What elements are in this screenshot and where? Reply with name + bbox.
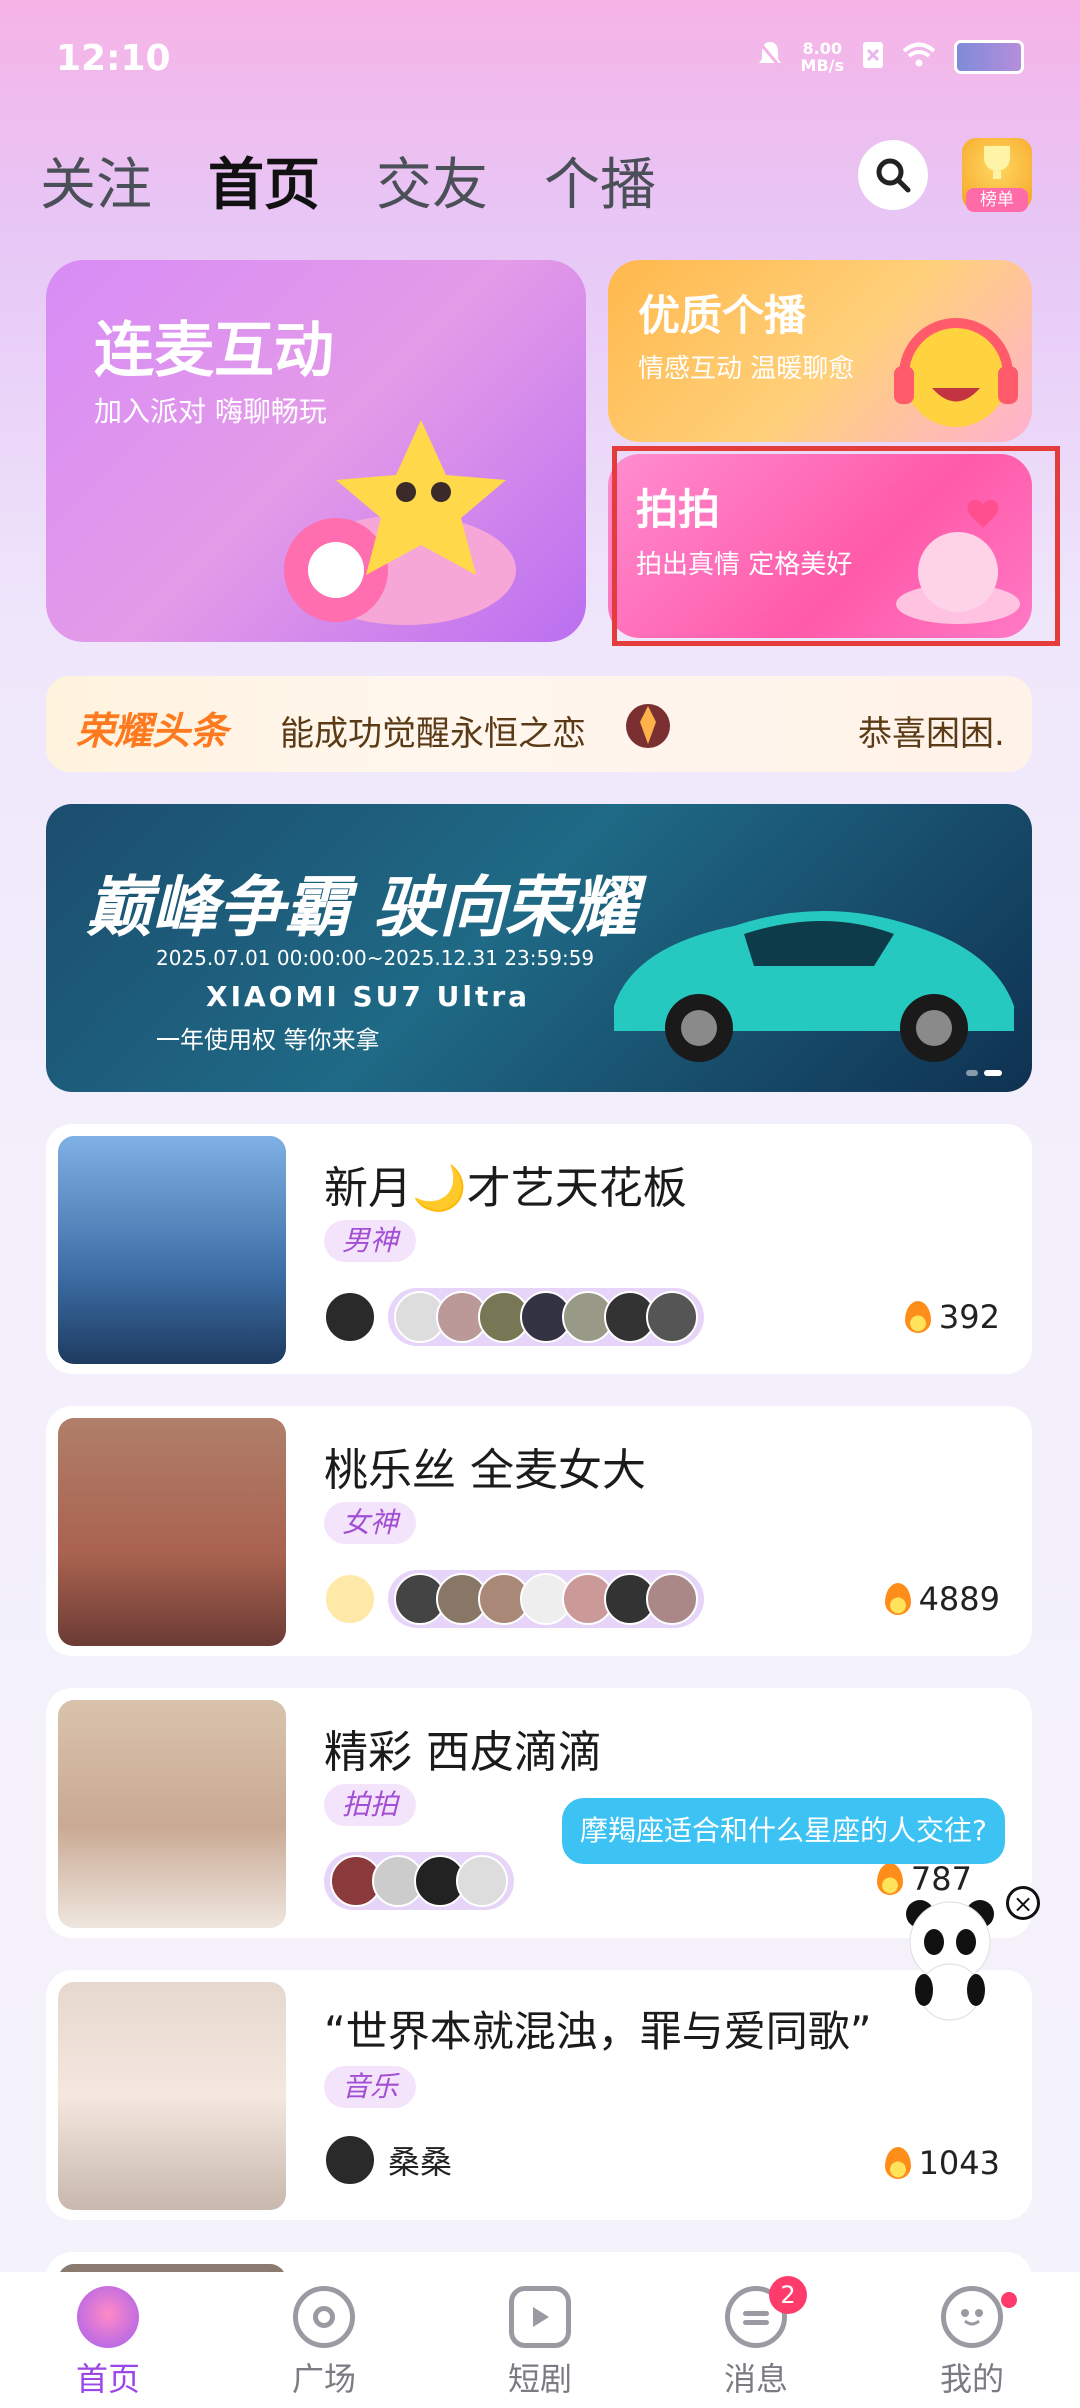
heat-value: 392 bbox=[938, 1298, 1000, 1336]
room-heat: 392 bbox=[904, 1298, 1000, 1336]
status-icons: 8.00 MB/s bbox=[757, 40, 1024, 74]
room-thumbnail bbox=[58, 1700, 286, 1928]
play-icon bbox=[509, 2286, 571, 2348]
star-plane-illustration-icon bbox=[284, 420, 516, 625]
banner-dates: 2025.07.01 00:00:00~2025.12.31 23:59:59 bbox=[156, 946, 595, 970]
room-heat: 4889 bbox=[884, 1580, 1000, 1618]
bottom-nav: 首页 广场 短剧 2 消息 我的 bbox=[0, 2272, 1080, 2408]
messages-badge: 2 bbox=[769, 2276, 807, 2314]
badge-emblem-icon bbox=[626, 704, 670, 748]
ticker-label: 荣耀头条 bbox=[76, 709, 229, 753]
square-icon bbox=[293, 2286, 355, 2348]
banner-brand: XIAOMI SU7 Ultra bbox=[206, 980, 531, 1013]
tab-solo-live[interactable]: 个播 bbox=[544, 140, 656, 221]
ranking-button[interactable]: 榜单 bbox=[962, 138, 1032, 212]
room-tag: 女神 bbox=[324, 1502, 417, 1544]
feature-subtitle: 情感互动 温暖聊愈 bbox=[638, 354, 855, 384]
ticker-message-next: 恭喜困困. bbox=[858, 714, 1005, 754]
bottom-tab-messages[interactable]: 2 消息 bbox=[681, 2272, 831, 2400]
room-tag: 拍拍 bbox=[324, 1784, 417, 1826]
flame-icon bbox=[904, 1301, 931, 1333]
room-members bbox=[324, 1288, 704, 1346]
room-thumbnail bbox=[58, 1982, 286, 2210]
tab-label: 我的 bbox=[939, 2360, 1004, 2398]
room-title: 新月🌙才艺天花板 bbox=[324, 1163, 687, 1214]
feature-title: 连麦互动 bbox=[94, 316, 334, 386]
honor-headline-ticker[interactable]: 荣耀头条 能成功觉醒永恒之恋 恭喜困困. bbox=[46, 676, 1032, 772]
host-name: 桑桑 bbox=[388, 2143, 453, 2181]
banner-headline: 巅峰争霸 驶向荣耀 bbox=[86, 869, 637, 946]
profile-icon bbox=[941, 2286, 1003, 2348]
tab-label: 首页 bbox=[75, 2360, 140, 2398]
feature-title: 优质个播 bbox=[638, 291, 807, 340]
room-thumbnail bbox=[58, 1136, 286, 1364]
tab-label: 短剧 bbox=[507, 2360, 572, 2398]
room-title: 精彩 西皮滴滴 bbox=[324, 1727, 602, 1778]
flame-icon bbox=[884, 1583, 911, 1615]
search-icon bbox=[876, 158, 911, 193]
host-avatar bbox=[324, 1291, 376, 1343]
bottom-tab-square[interactable]: 广场 bbox=[249, 2272, 399, 2400]
ticker-message: 能成功觉醒永恒之恋 bbox=[280, 714, 586, 754]
speed-unit: MB/s bbox=[800, 56, 844, 75]
room-tag: 音乐 bbox=[324, 2066, 417, 2108]
host-avatar bbox=[324, 2134, 376, 2186]
room-heat: 1043 bbox=[884, 2144, 1000, 2182]
panda-assistant-icon[interactable] bbox=[900, 1892, 1000, 2022]
assistant-question-bubble[interactable]: 摩羯座适合和什么星座的人交往? bbox=[562, 1798, 1005, 1864]
heat-value: 1043 bbox=[918, 2144, 1000, 2182]
room-tag: 男神 bbox=[324, 1220, 417, 1262]
flame-icon bbox=[884, 2147, 911, 2179]
bottom-tab-short-drama[interactable]: 短剧 bbox=[465, 2272, 615, 2400]
car-illustration-icon bbox=[614, 911, 1014, 1062]
member-avatars bbox=[388, 1570, 704, 1628]
top-nav-tabs: 关注 首页 交友 个播 bbox=[40, 140, 656, 221]
tab-friends[interactable]: 交友 bbox=[376, 140, 488, 221]
smiley-headphones-icon bbox=[894, 318, 1018, 427]
room-thumbnail bbox=[58, 1418, 286, 1646]
promo-banner[interactable]: 巅峰争霸 驶向荣耀 2025.07.01 00:00:00~2025.12.31… bbox=[46, 804, 1032, 1092]
status-time: 12:10 bbox=[56, 38, 171, 79]
room-title: “世界本就混浊，罪与爱同歌” bbox=[324, 2007, 872, 2056]
search-button[interactable] bbox=[858, 140, 928, 210]
trophy-icon bbox=[984, 146, 1010, 179]
sim-icon bbox=[862, 41, 884, 73]
member-avatars bbox=[388, 1288, 704, 1346]
heat-value: 4889 bbox=[918, 1580, 1000, 1618]
banner-prize: 一年使用权 等你来拿 bbox=[156, 1026, 380, 1054]
wifi-icon bbox=[902, 42, 936, 72]
network-speed: 8.00 MB/s bbox=[801, 40, 844, 74]
selection-highlight-frame bbox=[612, 446, 1060, 646]
tab-home[interactable]: 首页 bbox=[208, 140, 320, 221]
banner-pagination bbox=[966, 1070, 1002, 1076]
feature-card-voice-party[interactable]: 连麦互动 加入派对 嗨聊畅玩 bbox=[46, 260, 586, 642]
ranking-label: 榜单 bbox=[966, 188, 1028, 212]
speed-value: 8.00 bbox=[802, 39, 842, 58]
room-card[interactable]: “世界本就混浊，罪与爱同歌” 音乐 桑桑 1043 bbox=[46, 1970, 1032, 2220]
member-avatars bbox=[324, 1852, 514, 1910]
battery-icon bbox=[954, 40, 1024, 74]
bottom-tab-home[interactable]: 首页 bbox=[33, 2272, 183, 2400]
close-assistant-button[interactable]: × bbox=[1006, 1886, 1040, 1920]
home-icon bbox=[77, 2286, 139, 2348]
host-avatar bbox=[324, 1573, 376, 1625]
tab-follow[interactable]: 关注 bbox=[40, 140, 152, 221]
room-members: 桑桑 bbox=[324, 2134, 452, 2186]
feature-card-quality-live[interactable]: 优质个播 情感互动 温暖聊愈 bbox=[608, 260, 1032, 442]
bottom-tab-me[interactable]: 我的 bbox=[897, 2272, 1047, 2400]
room-title: 桃乐丝 全麦女大 bbox=[324, 1445, 646, 1496]
room-card[interactable]: 桃乐丝 全麦女大 女神 4889 bbox=[46, 1406, 1032, 1656]
tab-label: 消息 bbox=[723, 2360, 788, 2398]
room-card[interactable]: 新月🌙才艺天花板 男神 392 bbox=[46, 1124, 1032, 1374]
notification-dot bbox=[1001, 2292, 1017, 2308]
room-members bbox=[324, 1570, 704, 1628]
tab-label: 广场 bbox=[291, 2360, 356, 2398]
flame-icon bbox=[876, 1863, 903, 1895]
mute-icon bbox=[757, 40, 783, 74]
room-members bbox=[324, 1852, 514, 1910]
